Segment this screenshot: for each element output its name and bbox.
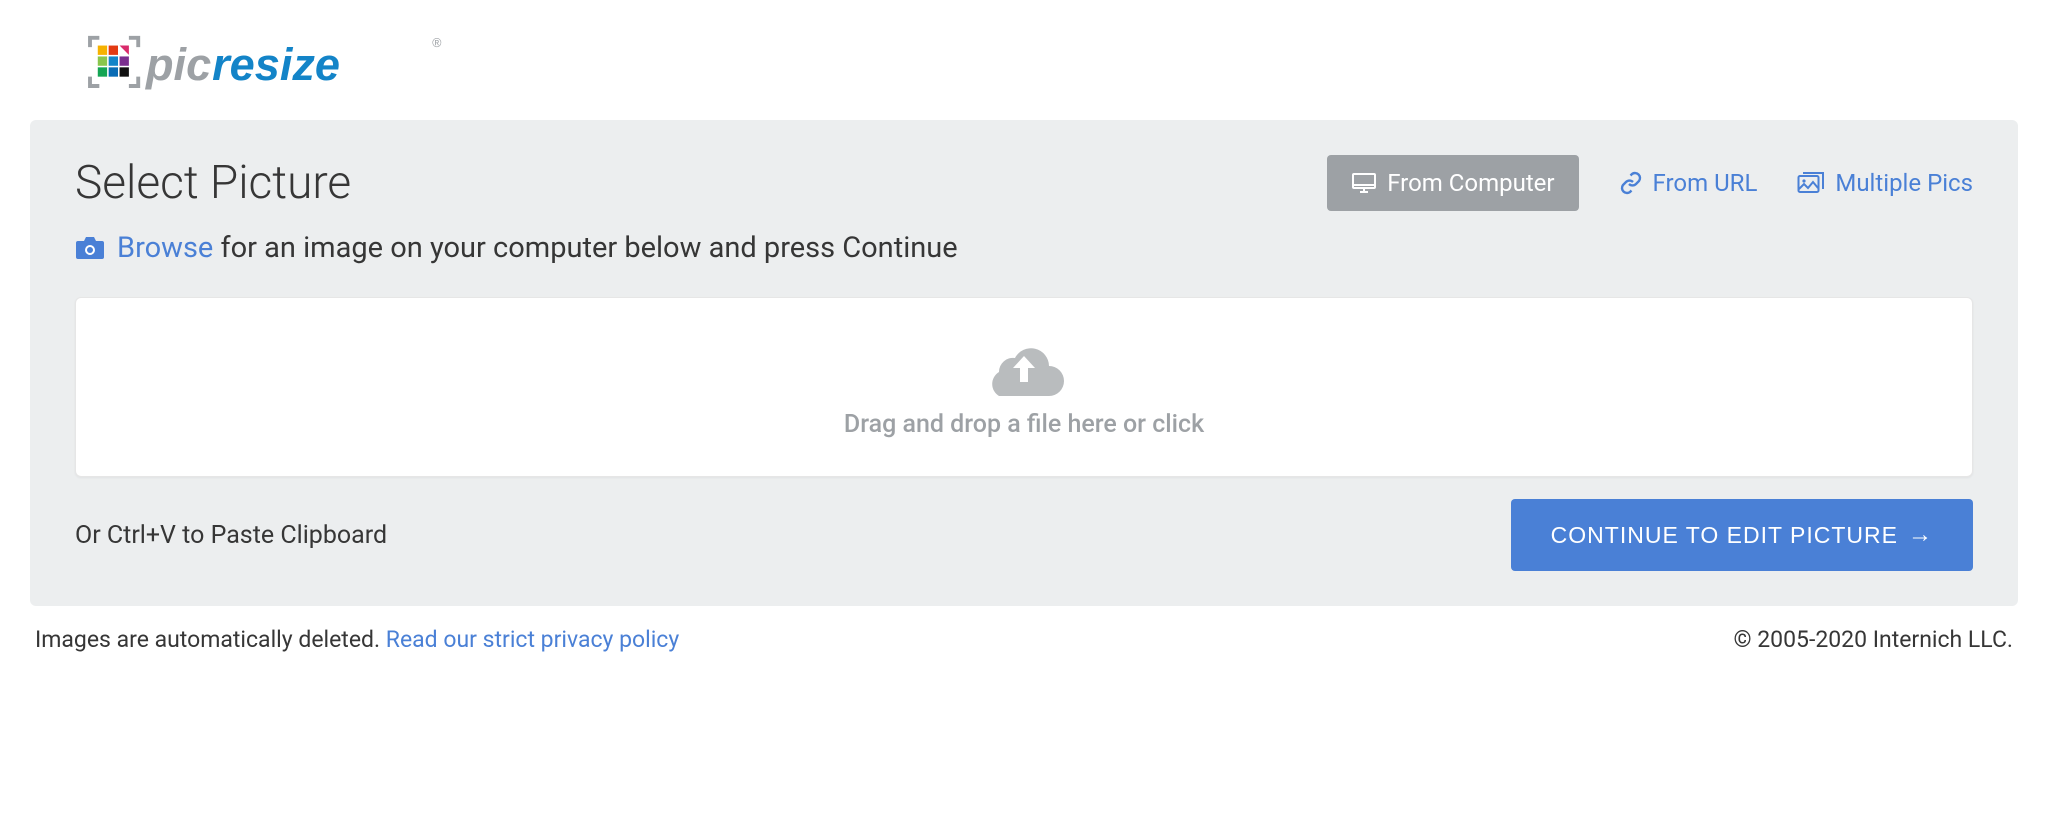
camera-icon — [75, 235, 105, 261]
dropzone-text: Drag and drop a file here or click — [844, 410, 1204, 439]
privacy-link[interactable]: Read our strict privacy policy — [386, 626, 679, 653]
delete-text: Images are automatically deleted. — [35, 626, 380, 653]
continue-button[interactable]: CONTINUE TO EDIT PICTURE → — [1511, 499, 1973, 571]
select-picture-panel: Select Picture From Computer — [30, 120, 2018, 606]
tab-label: Multiple Pics — [1835, 169, 1973, 197]
images-icon — [1797, 171, 1825, 195]
source-tabs: From Computer From URL — [1327, 155, 1973, 211]
svg-text:®: ® — [432, 36, 441, 50]
footer-left: Images are automatically deleted. Read o… — [35, 626, 679, 653]
tab-label: From Computer — [1387, 169, 1554, 197]
tab-multiple-pics[interactable]: Multiple Pics — [1797, 169, 1973, 197]
copyright: © 2005-2020 Internich LLC. — [1733, 626, 2013, 653]
footer: Images are automatically deleted. Read o… — [30, 606, 2018, 673]
page-title: Select Picture — [75, 156, 351, 210]
instruction-text: Browse for an image on your computer bel… — [117, 231, 958, 265]
desktop-icon — [1351, 171, 1377, 195]
arrow-right-icon: → — [1908, 521, 1933, 549]
link-icon — [1619, 171, 1643, 195]
dropzone[interactable]: Drag and drop a file here or click — [75, 297, 1973, 477]
svg-text:pic: pic — [145, 39, 211, 90]
svg-text:resize: resize — [212, 39, 340, 90]
logo[interactable]: pic resize ® — [30, 30, 500, 100]
instruction-line: Browse for an image on your computer bel… — [75, 231, 1973, 265]
instruction-rest: for an image on your computer below and … — [221, 231, 958, 265]
tab-label: From URL — [1653, 169, 1758, 197]
tab-from-computer[interactable]: From Computer — [1327, 155, 1578, 211]
browse-link[interactable]: Browse — [117, 231, 213, 265]
bottom-row: Or Ctrl+V to Paste Clipboard CONTINUE TO… — [75, 499, 1973, 571]
cloud-upload-icon — [979, 336, 1069, 400]
continue-label: CONTINUE TO EDIT PICTURE — [1551, 522, 1898, 549]
panel-header: Select Picture From Computer — [75, 155, 1973, 211]
tab-from-url[interactable]: From URL — [1619, 169, 1758, 197]
paste-hint: Or Ctrl+V to Paste Clipboard — [75, 521, 387, 550]
